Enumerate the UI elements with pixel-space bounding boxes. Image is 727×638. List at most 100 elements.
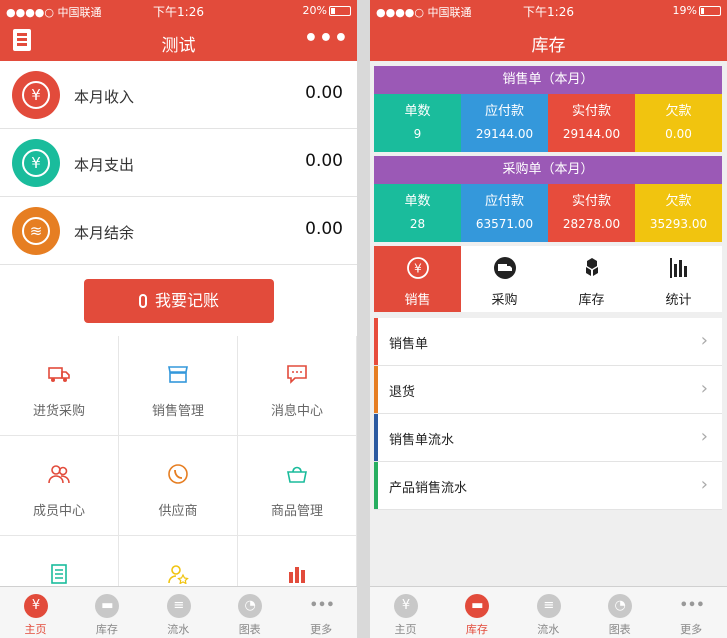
list-item-label: 产品销售流水 bbox=[389, 481, 468, 496]
category-bar-chart[interactable]: 统计 bbox=[635, 246, 722, 312]
category-yen-circle[interactable]: ¥ 销售 bbox=[374, 246, 461, 312]
list-item[interactable]: 销售单 › bbox=[374, 318, 722, 366]
list-item-label: 销售单流水 bbox=[389, 433, 455, 448]
category-label: 库存 bbox=[578, 293, 605, 308]
list-icon: ≡ bbox=[166, 594, 191, 618]
battery-percent: 20% bbox=[302, 4, 327, 17]
grid-item[interactable]: 成员中心 bbox=[0, 436, 119, 536]
store-icon bbox=[167, 364, 189, 384]
summary-column: 单数 28 bbox=[374, 184, 461, 242]
sales-summary-values: 单数 9 应付款 29144.00 实付款 29144.00 欠款 0.00 bbox=[374, 94, 722, 152]
status-bar: ●●●●○ 中国联通 下午1:26 20% bbox=[0, 0, 357, 20]
battery-fill bbox=[701, 8, 705, 14]
tab-more[interactable]: ••• 更多 bbox=[286, 587, 357, 638]
summary-value: 0.00 bbox=[305, 151, 343, 171]
battery-fill bbox=[331, 8, 335, 14]
grid-item[interactable]: 商品管理 bbox=[238, 436, 357, 536]
summary-column: 应付款 63571.00 bbox=[461, 184, 548, 242]
chevron-right-icon: › bbox=[700, 378, 708, 399]
icon-glyph: ¥ bbox=[22, 81, 50, 109]
tab-truck[interactable]: ▬ 库存 bbox=[441, 587, 512, 638]
summary-list: ¥ 本月收入 0.00 ¥ 本月支出 0.00 ≋ 本月结余 0.00 bbox=[0, 61, 357, 265]
purchase-summary[interactable]: 采购单（本月） 单数 28 应付款 63571.00 实付款 28278.00 欠款 3529… bbox=[374, 156, 722, 242]
purchase-summary-values: 单数 28 应付款 63571.00 实付款 28278.00 欠款 35293.00 bbox=[374, 184, 722, 242]
yen-bag-icon: ¥ bbox=[394, 594, 418, 618]
grid-item[interactable]: 供应商 bbox=[119, 436, 238, 536]
purchase-summary-header: 采购单（本月） bbox=[374, 156, 722, 184]
category-boxes[interactable]: 库存 bbox=[548, 246, 635, 312]
grid-item[interactable]: 消息中心 bbox=[238, 336, 357, 436]
tab-label: 流水 bbox=[537, 623, 560, 636]
column-header: 应付款 bbox=[484, 104, 524, 119]
nav-bar: 测试 ••• bbox=[0, 20, 357, 61]
category-tabs: ¥ 销售 采购 库存 统计 bbox=[374, 246, 722, 312]
tab-label: 图表 bbox=[238, 623, 261, 636]
summary-row[interactable]: ≋ 本月结余 0.00 bbox=[0, 197, 357, 265]
list-item[interactable]: 退货 › bbox=[374, 366, 722, 414]
column-value: 28 bbox=[409, 217, 426, 231]
tab-bar: ¥ 主页 ▬ 库存 ≡ 流水 ◔ 图表 ••• 更多 bbox=[0, 586, 357, 638]
summary-row[interactable]: ¥ 本月支出 0.00 bbox=[0, 129, 357, 197]
grid-item[interactable]: 进货采购 bbox=[0, 336, 119, 436]
svg-text:¥: ¥ bbox=[414, 262, 422, 276]
star-person-icon bbox=[167, 564, 189, 585]
battery-icon bbox=[329, 6, 351, 16]
column-value: 63571.00 bbox=[475, 217, 534, 231]
truck-icon bbox=[48, 364, 70, 384]
microphone-icon bbox=[138, 294, 147, 308]
tab-label: 主页 bbox=[24, 623, 47, 636]
list-item-accent bbox=[374, 366, 378, 413]
list-item-label: 退货 bbox=[389, 385, 416, 400]
tab-label: 流水 bbox=[167, 623, 190, 636]
column-header: 欠款 bbox=[665, 194, 692, 209]
tab-label: 更多 bbox=[680, 623, 703, 636]
record-button[interactable]: 我要记账 bbox=[84, 279, 274, 323]
column-header: 实付款 bbox=[571, 104, 611, 119]
message-icon bbox=[286, 364, 308, 384]
tab-more[interactable]: ••• 更多 bbox=[656, 587, 727, 638]
list-item-label: 销售单 bbox=[389, 337, 429, 352]
home-screen: ●●●●○ 中国联通 下午1:26 20% 测试 ••• ¥ 本月收入 0.00 ¥ 本… bbox=[0, 0, 357, 638]
nav-bar: 库存 bbox=[370, 20, 727, 61]
grid-item[interactable]: 销售管理 bbox=[119, 336, 238, 436]
list-icon: ≡ bbox=[536, 594, 561, 618]
coins-icon: ≋ bbox=[12, 207, 60, 255]
more-options-icon[interactable]: ••• bbox=[304, 26, 349, 51]
more-icon: ••• bbox=[309, 598, 335, 613]
yen-circle-icon: ¥ bbox=[406, 256, 430, 280]
summary-value: 0.00 bbox=[305, 219, 343, 239]
summary-column: 单数 9 bbox=[374, 94, 461, 152]
summary-label: 本月收入 bbox=[74, 88, 135, 106]
tab-list[interactable]: ≡ 流水 bbox=[143, 587, 214, 638]
tab-pie[interactable]: ◔ 图表 bbox=[584, 587, 655, 638]
column-header: 欠款 bbox=[665, 104, 692, 119]
battery-percent: 19% bbox=[672, 4, 697, 17]
list-item-accent bbox=[374, 414, 378, 461]
list-item[interactable]: 产品销售流水 › bbox=[374, 462, 722, 510]
column-value: 29144.00 bbox=[475, 127, 534, 141]
chevron-right-icon: › bbox=[700, 474, 708, 495]
category-truck[interactable]: 采购 bbox=[461, 246, 548, 312]
summary-column: 实付款 28278.00 bbox=[548, 184, 635, 242]
column-header: 应付款 bbox=[484, 194, 524, 209]
tab-label: 图表 bbox=[608, 623, 631, 636]
document-icon bbox=[48, 564, 70, 584]
tab-pie[interactable]: ◔ 图表 bbox=[214, 587, 285, 638]
sales-summary-header: 销售单（本月） bbox=[374, 66, 722, 94]
page-title: 库存 bbox=[531, 36, 566, 56]
tab-truck[interactable]: ▬ 库存 bbox=[71, 587, 142, 638]
tab-list[interactable]: ≡ 流水 bbox=[513, 587, 584, 638]
summary-column: 实付款 29144.00 bbox=[548, 94, 635, 152]
tab-yen-bag[interactable]: ¥ 主页 bbox=[0, 587, 71, 638]
tab-yen-bag[interactable]: ¥ 主页 bbox=[370, 587, 441, 638]
summary-column: 应付款 29144.00 bbox=[461, 94, 548, 152]
sales-summary[interactable]: 销售单（本月） 单数 9 应付款 29144.00 实付款 29144.00 欠款 0.00 bbox=[374, 66, 722, 152]
list-item[interactable]: 销售单流水 › bbox=[374, 414, 722, 462]
inventory-screen: ●●●●○ 中国联通 下午1:26 19% 库存 销售单（本月） 单数 9 应付款 2… bbox=[370, 0, 727, 638]
column-value: 29144.00 bbox=[562, 127, 621, 141]
summary-row[interactable]: ¥ 本月收入 0.00 bbox=[0, 61, 357, 129]
bar-chart-icon bbox=[667, 256, 691, 280]
pie-icon: ◔ bbox=[238, 594, 263, 618]
category-label: 统计 bbox=[665, 293, 692, 308]
sales-menu-list: 销售单 › 退货 › 销售单流水 › 产品销售流水 › bbox=[374, 318, 722, 510]
